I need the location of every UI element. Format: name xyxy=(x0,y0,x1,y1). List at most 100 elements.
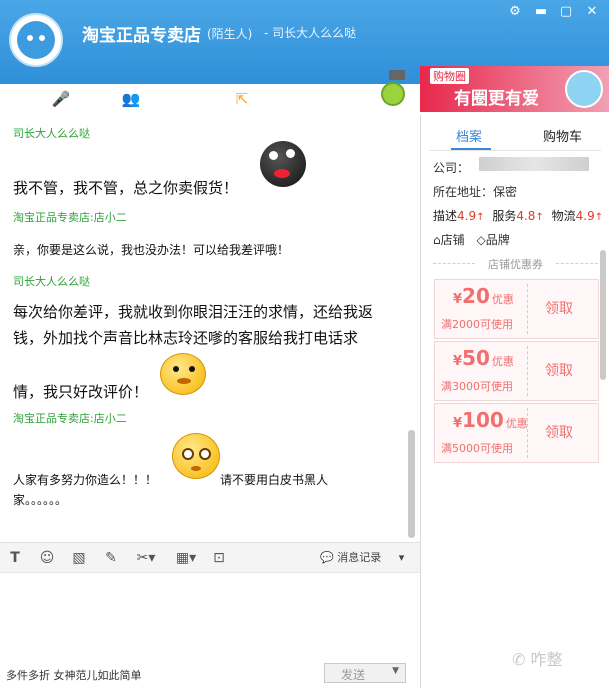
panel-scrollbar[interactable] xyxy=(600,250,606,380)
location-value: 保密 xyxy=(493,185,518,199)
promo-marquee[interactable]: 多件多折 女神范儿如此简单 xyxy=(6,667,142,683)
wechat-icon: ✆ xyxy=(512,650,526,669)
score-label: 服务 xyxy=(492,209,517,223)
shop-name[interactable]: 淘宝正品专卖店 xyxy=(82,21,201,46)
message-history-button[interactable]: 💬 消息记录 ▾ xyxy=(320,549,404,565)
message-text-line: 人家有多努力你造么！！！ xyxy=(13,473,158,487)
message-input[interactable] xyxy=(0,572,420,658)
company-label: 公司： xyxy=(433,161,470,175)
send-button[interactable]: 发送 ▼ xyxy=(324,663,406,683)
calculator-icon[interactable]: ▦▾ xyxy=(172,549,200,567)
ad-small-text: 购物圈 xyxy=(430,68,469,84)
coupon-divider xyxy=(527,284,528,334)
screen-share-icon[interactable]: ▣ xyxy=(153,90,179,108)
message-text-line: 情，我只好改评价！ xyxy=(13,383,149,401)
shop-info-panel: 档案 购物车 公司： 所在地址：保密 描述4.9↑ 服务4.8↑ 物流4.9↑ … xyxy=(421,115,609,688)
send-label: 发送 xyxy=(341,668,366,682)
message-text-line: 每次给你差评，我就收到你眼泪汪汪的求情，还给我返 xyxy=(13,303,374,321)
avatar[interactable] xyxy=(9,13,63,67)
coupon-amount: 50 xyxy=(462,346,490,370)
export-icon[interactable]: ⇱ xyxy=(229,90,255,108)
chat-scrollbar[interactable] xyxy=(408,430,415,538)
coupon-card: ¥100 优惠 满5000可使用 领取 xyxy=(434,403,599,463)
font-icon[interactable]: T xyxy=(6,549,24,567)
coupon-tag: 优惠 xyxy=(505,417,528,430)
maximize-icon[interactable]: ▢ xyxy=(556,3,576,21)
shop-link-label: 店铺 xyxy=(440,233,465,247)
microphone-icon[interactable]: 🎤 xyxy=(48,90,74,108)
chat-history[interactable]: 司长大人么么哒 我不管，我不管，总之你卖假货！ 淘宝正品专卖店:店小二 亲，你要… xyxy=(0,115,420,542)
emoji-icon[interactable]: ☺ xyxy=(38,549,56,567)
score-value: 4.9 xyxy=(575,209,595,223)
tab-divider xyxy=(429,150,601,151)
tab-profile[interactable]: 档案 xyxy=(456,126,482,145)
score-value: 4.8 xyxy=(516,209,536,223)
robot-icon[interactable]: ♜▾ xyxy=(188,90,214,108)
coupon-amount: 100 xyxy=(462,408,504,432)
close-icon[interactable]: ✕ xyxy=(582,3,602,21)
coupon-card: ¥20 优惠 满2000可使用 领取 xyxy=(434,279,599,339)
shop-link[interactable]: ⌂店铺 xyxy=(433,233,465,247)
message-sender: 司长大人么么哒 xyxy=(13,275,90,288)
message-text-line: 钱，外加找个声音比林志玲还嗲的客服给我打电话求 xyxy=(13,329,359,347)
claim-coupon-button[interactable]: 领取 xyxy=(545,360,573,380)
company-value-redacted xyxy=(479,157,589,171)
coupon-tag: 优惠 xyxy=(491,355,514,368)
score-label: 物流 xyxy=(551,209,576,223)
cloud-mascot-icon xyxy=(565,70,603,108)
brand-link[interactable]: ◇品牌 xyxy=(476,233,509,247)
coupon-currency: ¥ xyxy=(453,416,463,431)
coupon-tag: 优惠 xyxy=(491,293,514,306)
image-icon[interactable]: ▧ xyxy=(70,549,88,567)
history-label: 消息记录 xyxy=(337,551,382,564)
claim-coupon-button[interactable]: 领取 xyxy=(545,422,573,442)
coupon-currency: ¥ xyxy=(453,354,463,369)
tab-cart[interactable]: 购物车 xyxy=(543,126,582,145)
arrow-up-icon: ↑ xyxy=(594,212,604,223)
arrow-up-icon: ↑ xyxy=(535,212,544,223)
transfer-icon[interactable]: ⇥▾ xyxy=(10,90,36,108)
message-sender: 淘宝正品专卖店:店小二 xyxy=(13,211,127,224)
input-toolbar: T ☺ ▧ ✎ ✂▾ ▦▾ ⊡ 💬 消息记录 ▾ xyxy=(0,542,420,572)
target-icon[interactable]: ◉ xyxy=(86,90,112,108)
angry-emoji-icon xyxy=(260,141,306,187)
message-text-line: 家。。。。。。 xyxy=(13,493,68,507)
score-label: 描述 xyxy=(433,209,458,223)
chevron-down-icon: ▾ xyxy=(398,551,405,564)
chevron-down-icon[interactable]: ▼ xyxy=(392,666,399,676)
coupon-card: ¥50 优惠 满3000可使用 领取 xyxy=(434,341,599,401)
watermark-text: 咋整 xyxy=(530,650,563,669)
brand-link-label: 品牌 xyxy=(485,233,510,247)
message-text-line: 请不要用白皮书黑人 xyxy=(220,473,329,487)
mascot-body xyxy=(381,82,405,106)
relation-tag: (陌生人) xyxy=(207,27,253,41)
gear-icon[interactable]: ⚙ xyxy=(505,3,525,21)
message-text: 我不管，我不管，总之你卖假货！ xyxy=(13,179,239,197)
current-user: - 司长大人么么哒 xyxy=(264,26,357,40)
coupon-condition: 满5000可使用 xyxy=(441,442,513,455)
chat-bubble-icon: 💬 xyxy=(320,551,334,564)
mascot-icon[interactable] xyxy=(377,70,409,108)
coupon-section-title: 店铺优惠券 xyxy=(433,256,598,272)
minimize-icon[interactable]: ▬ xyxy=(531,3,551,21)
coupon-condition: 满3000可使用 xyxy=(441,380,513,393)
coupon-condition: 满2000可使用 xyxy=(441,318,513,331)
ad-banner[interactable]: 购物圈 有圈更有爱 xyxy=(420,66,609,112)
watermark: ✆ 咋整 xyxy=(512,646,563,670)
score-value: 4.9 xyxy=(457,209,477,223)
coupon-currency: ¥ xyxy=(453,292,463,307)
message-sender: 淘宝正品专卖店:店小二 xyxy=(13,412,127,425)
scissors-icon[interactable]: ✂▾ xyxy=(134,549,158,567)
edit-icon[interactable]: ✎ xyxy=(102,549,120,567)
message-sender: 司长大人么么哒 xyxy=(13,127,90,140)
coupon-divider xyxy=(527,408,528,458)
claim-coupon-button[interactable]: 领取 xyxy=(545,298,573,318)
ad-big-text: 有圈更有爱 xyxy=(454,89,539,109)
contacts-icon[interactable]: 👥 xyxy=(118,90,144,108)
shop-links: ⌂店铺 ◇品牌 xyxy=(433,231,510,248)
screen-icon[interactable]: ⊡ xyxy=(210,549,228,567)
store-icon: ⌂ xyxy=(433,233,441,247)
active-tab-indicator xyxy=(451,148,491,150)
coupon-amount: 20 xyxy=(462,284,490,308)
message-text: 亲，你要是这么说，我也没办法！可以给我差评哦！ xyxy=(13,243,290,257)
